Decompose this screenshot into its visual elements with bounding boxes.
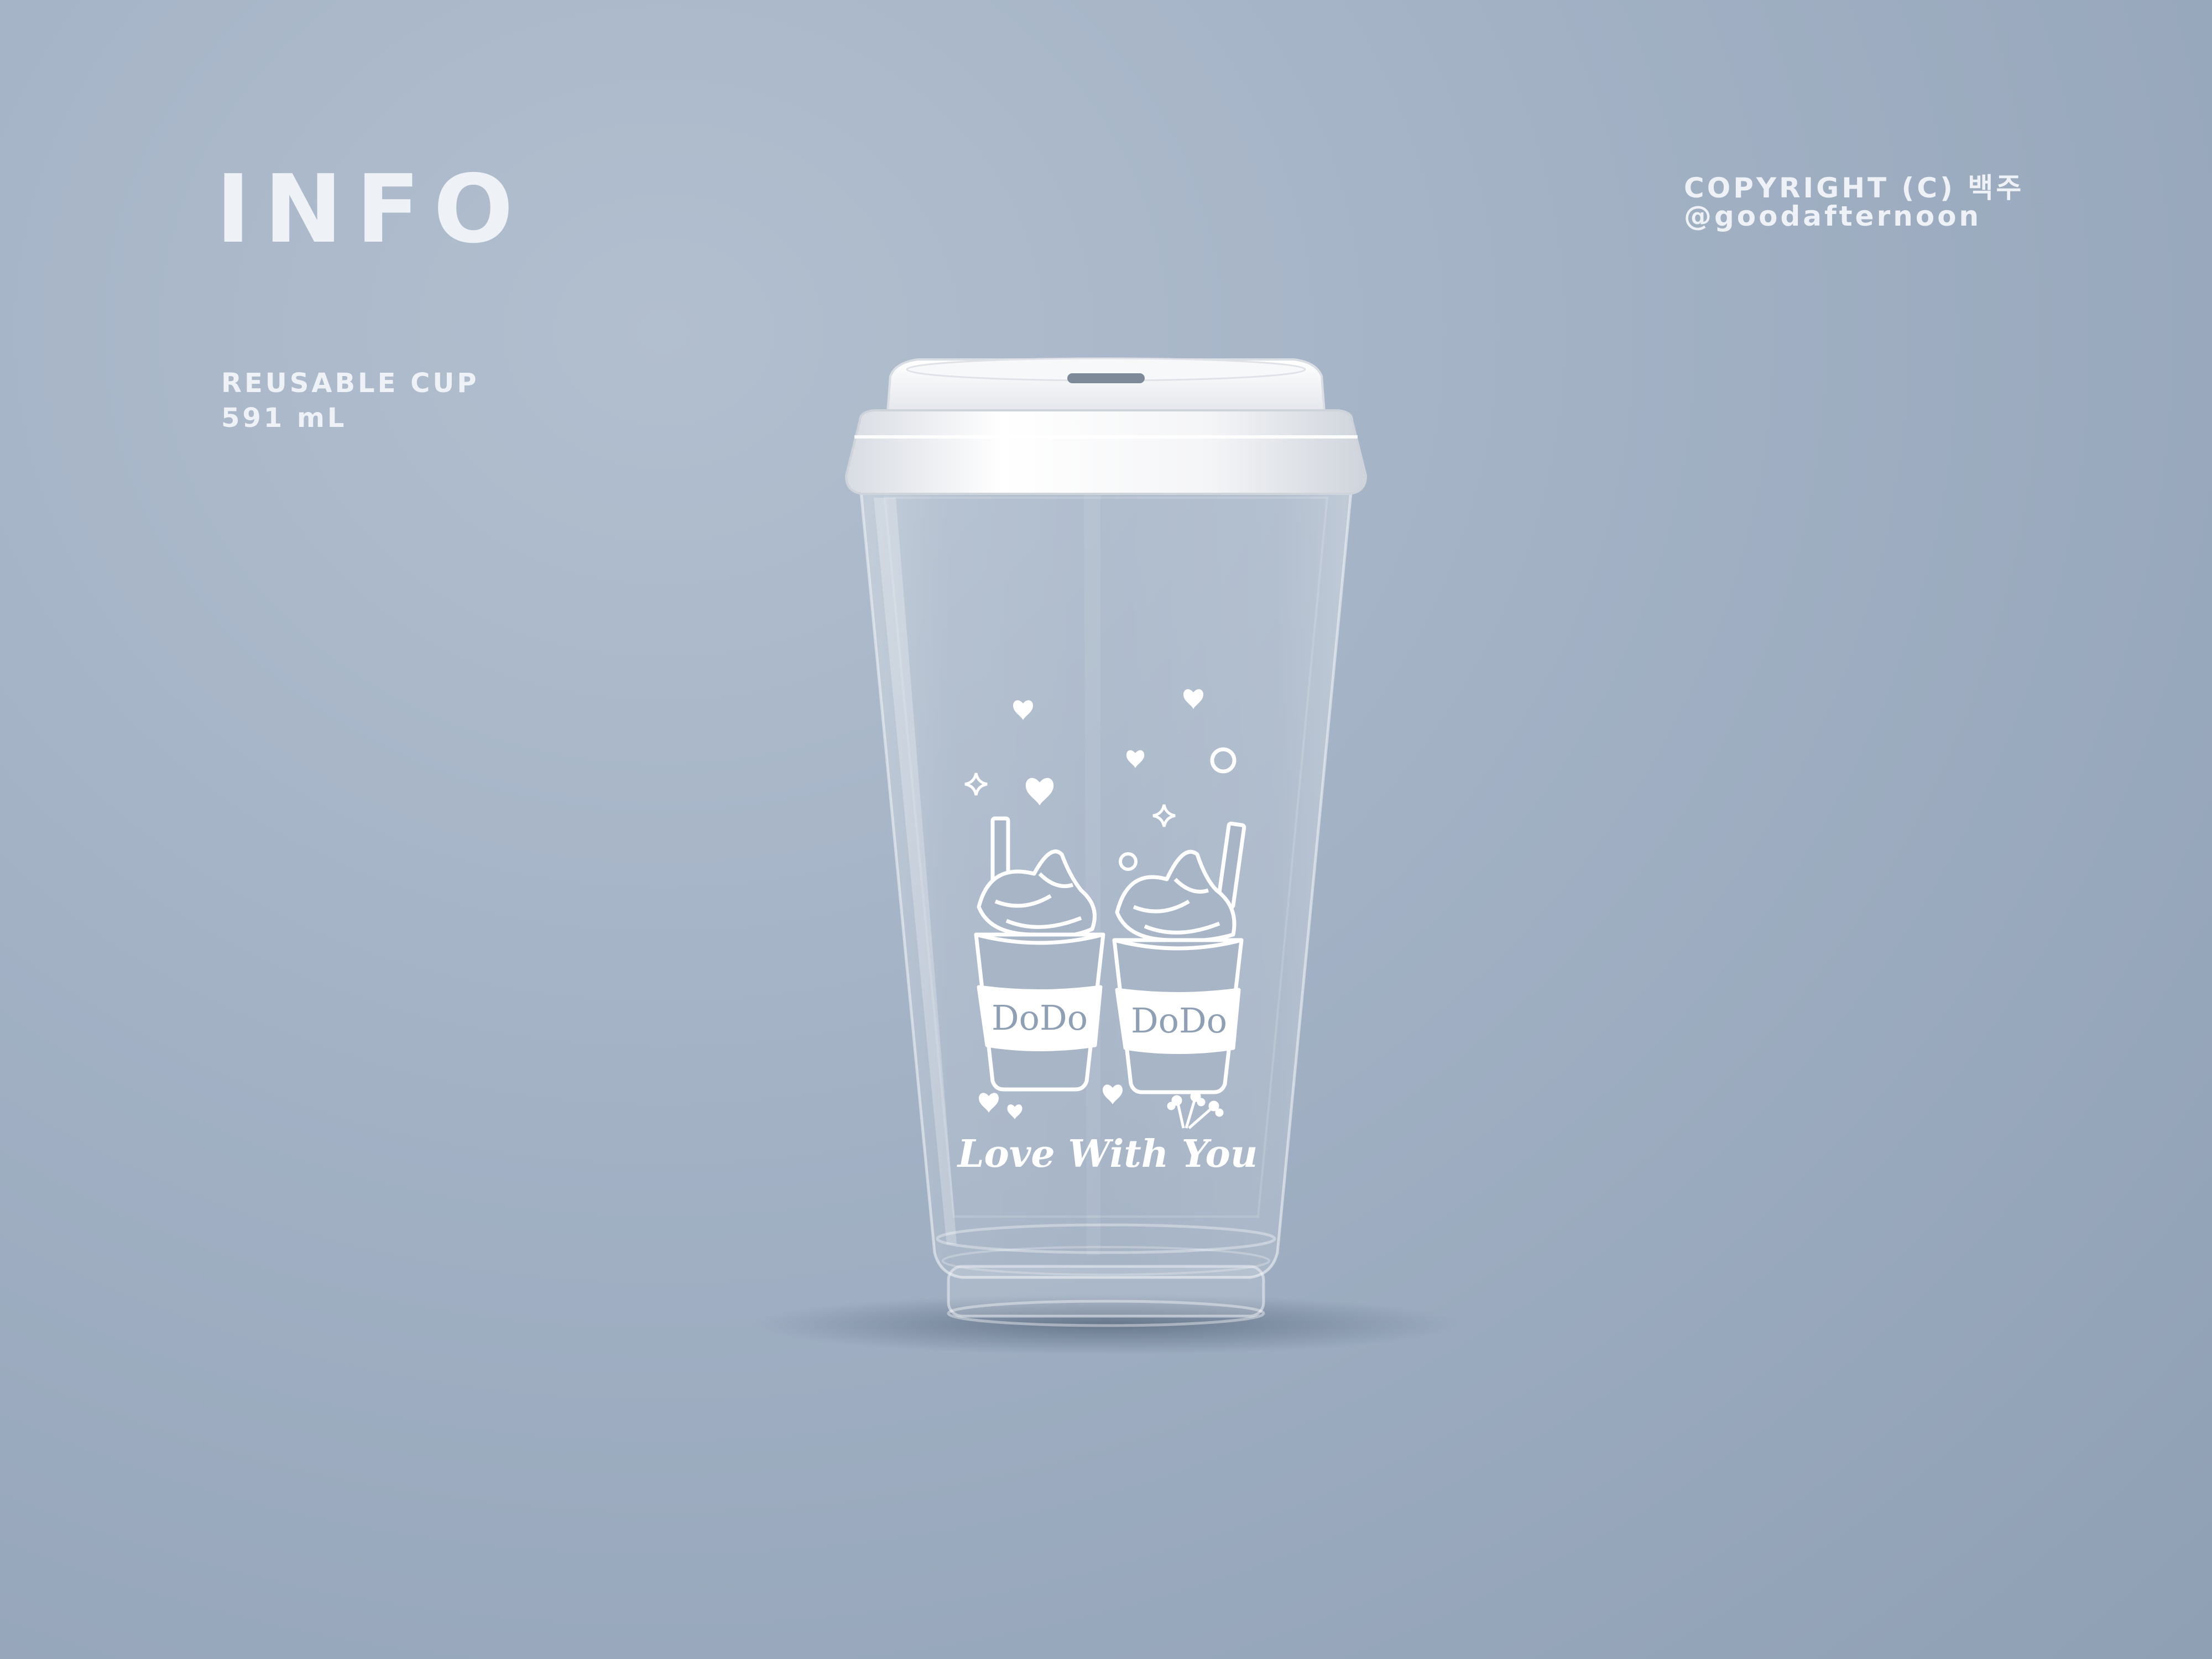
cup-brand-left: DoDo <box>992 998 1088 1038</box>
cup-mockup: DoDo DoDo Love With You <box>752 357 1460 1355</box>
cup-brand-right: DoDo <box>1131 1000 1227 1041</box>
cup-lid <box>844 357 1368 495</box>
cup-tagline: Love With You <box>957 1132 1258 1176</box>
